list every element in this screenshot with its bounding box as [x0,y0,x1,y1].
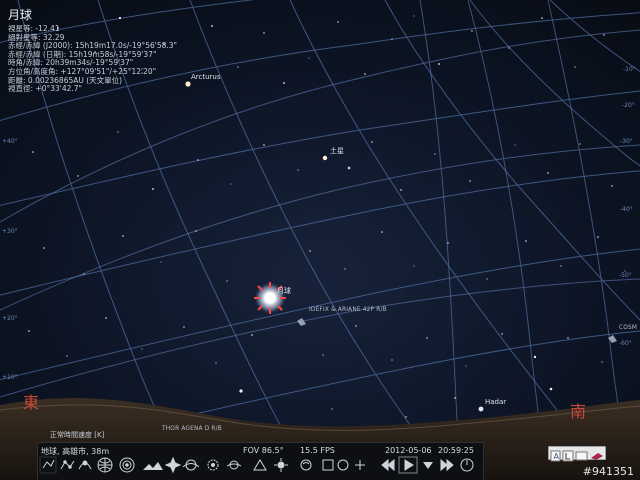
constellation-lines-icon[interactable] [39,456,57,474]
saturn-label: 土星 [330,147,344,155]
arcturus-star[interactable] [185,81,191,87]
night-mode-icon[interactable] [300,459,312,471]
thor-label: THOR AGENA D R/B [162,426,222,432]
nebula-icon[interactable] [207,459,219,471]
rewind-icon[interactable] [381,458,395,472]
atmosphere-icon[interactable] [182,459,200,471]
grid-label-60: -60° [619,340,632,347]
idefix-label: IDEFIX & ARIANE 42P R/B [309,307,387,313]
book-icon[interactable] [591,453,603,460]
plugin-icons: A [550,450,603,462]
fullscreen-icon[interactable] [322,459,334,471]
grid-label-plus20: +20° [2,315,18,322]
east-cardinal-point: 東 [23,393,40,412]
grid-label-50: -50° [619,272,632,279]
spica-star[interactable] [347,166,351,170]
grid-label-10: -10° [623,66,636,73]
planet-labels-icon[interactable] [226,460,242,470]
stellarium-window: 月球 視星等: -12.41 絕對星等: 32.29 赤經/赤緯 (J2000)… [0,0,640,480]
grid-label-40: -40° [620,206,633,213]
object-info-panel: 月球 視星等: -12.41 絕對星等: 32.29 赤經/赤緯 (J2000)… [8,8,177,94]
toolbar-icons-row [39,456,474,474]
south-cardinal-point: 南 [570,402,587,421]
angle-measure-icon[interactable]: A [554,452,560,461]
cardinal-points-icon[interactable] [164,456,182,474]
quit-icon[interactable] [460,458,474,472]
mount-mode-icon[interactable] [253,459,267,471]
ground-icon[interactable] [143,462,163,470]
fast-forward-icon[interactable] [440,458,454,472]
build-id: #941351 [582,465,634,478]
realtime-icon[interactable] [423,462,433,469]
constellation-art-icon[interactable] [78,460,92,470]
center-object-icon[interactable] [274,458,288,472]
grid-label-plus30: +30° [2,228,18,235]
grid-label-20: -20° [622,102,635,109]
cosmos-label: COSM [619,325,638,331]
hadar-star[interactable] [478,406,484,412]
grid-label-30: -30° [620,138,633,145]
time-speed-label: 正常時間速度 [K] [50,431,105,439]
play-icon[interactable] [404,459,414,471]
ocular-icon[interactable] [337,459,349,471]
saturn-planet[interactable] [322,155,328,161]
hadar-label: Hadar [485,398,507,406]
plugin-toolbar: A [548,446,606,462]
moon-disc [264,292,276,304]
satellite-icon[interactable] [355,460,365,470]
moon-label: 月球 [277,287,291,295]
grid-label-plus40: +40° [2,138,18,145]
object-name: 月球 [8,8,33,22]
azimuthal-grid-icon[interactable] [119,457,135,473]
keyboard-icon[interactable] [575,451,588,461]
equatorial-grid-icon[interactable] [97,457,113,473]
info-line-diameter: 視直徑: +0°33'42.7" [8,84,82,94]
grid-label-plus10: +10° [2,374,18,381]
constellation-labels-icon[interactable] [60,460,75,470]
arcturus-label: Arcturus [191,73,221,81]
